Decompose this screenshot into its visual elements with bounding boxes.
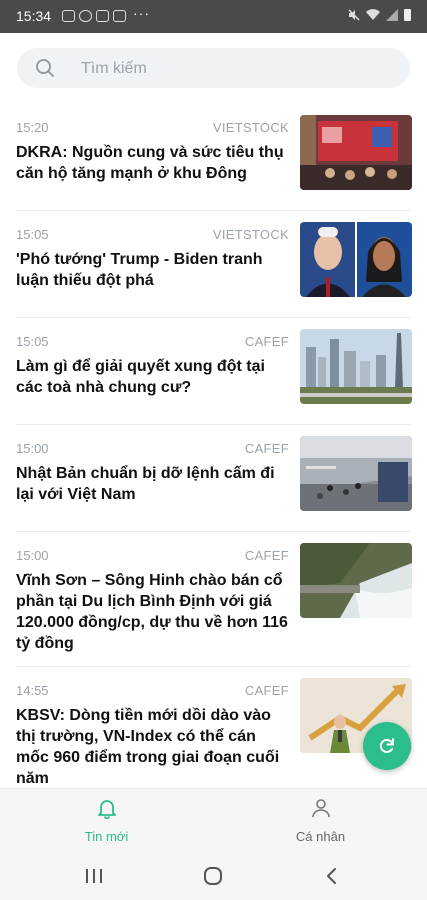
- news-time: 15:00: [16, 548, 49, 563]
- news-time: 15:20: [16, 120, 49, 135]
- person-icon: [312, 799, 330, 818]
- search-bar[interactable]: [17, 48, 410, 88]
- news-thumbnail: [300, 329, 412, 404]
- wifi-icon: [366, 9, 380, 20]
- news-source: VIETSTOCK: [212, 120, 289, 135]
- news-thumbnail: [300, 543, 412, 618]
- news-thumbnail: [300, 436, 412, 511]
- news-source: CAFEF: [244, 334, 289, 349]
- news-item[interactable]: 15:20 VIETSTOCK DKRA: Nguồn cung và sức …: [0, 104, 427, 210]
- notification-icon: [113, 10, 126, 22]
- news-title: Làm gì để giải quyết xung đột tại các to…: [16, 358, 265, 396]
- news-source: VIETSTOCK: [212, 227, 289, 242]
- system-navigation-bar: [0, 852, 427, 900]
- refresh-button[interactable]: [363, 722, 411, 770]
- notification-icon: [62, 10, 75, 22]
- news-title: KBSV: Dòng tiền mới dồi dào vào thị trườ…: [16, 707, 280, 787]
- news-time: 14:55: [16, 683, 49, 698]
- news-thumbnail: [300, 115, 412, 190]
- news-title: Vĩnh Sơn – Sông Hinh chào bán cổ phần tạ…: [16, 572, 288, 652]
- news-source: CAFEF: [244, 441, 289, 456]
- news-thumbnail: [300, 222, 412, 297]
- more-notifications-icon: ···: [133, 5, 150, 21]
- status-bar: 15:34 ···: [0, 0, 427, 33]
- notification-icons: [62, 10, 126, 22]
- status-time: 15:34: [16, 8, 52, 24]
- news-title: Nhật Bản chuẩn bị dỡ lệnh cấm đi lại với…: [16, 465, 275, 503]
- bell-icon: [98, 800, 116, 819]
- news-source: CAFEF: [244, 683, 289, 698]
- refresh-icon: [379, 738, 394, 753]
- signal-icon: [386, 9, 398, 21]
- news-item[interactable]: 15:05 CAFEF Làm gì để giải quyết xung độ…: [0, 318, 427, 424]
- recent-apps-icon[interactable]: [82, 866, 106, 886]
- news-item[interactable]: 14:55 CAFEF KBSV: Dòng tiền mới dồi dào …: [0, 667, 427, 792]
- news-time: 15:05: [16, 227, 49, 242]
- news-source: CAFEF: [244, 548, 289, 563]
- news-item[interactable]: 15:05 VIETSTOCK 'Phó tướng' Trump - Bide…: [0, 211, 427, 317]
- tab-tin-moi[interactable]: Tin mới: [0, 789, 213, 853]
- search-icon: [36, 59, 54, 77]
- battery-icon: [404, 9, 411, 21]
- system-icons: [348, 9, 411, 21]
- tab-label: Cá nhân: [295, 829, 346, 844]
- home-icon[interactable]: [201, 866, 225, 886]
- notification-icon: [79, 10, 92, 22]
- news-time: 15:05: [16, 334, 49, 349]
- mute-icon: [348, 9, 360, 21]
- bottom-tab-bar: Tin mới Cá nhân: [0, 788, 427, 853]
- tab-label: Tin mới: [84, 829, 129, 844]
- news-item[interactable]: 15:00 CAFEF Vĩnh Sơn – Sông Hinh chào bá…: [0, 532, 427, 666]
- news-title: 'Phó tướng' Trump - Biden tranh luận thi…: [16, 251, 263, 289]
- news-item[interactable]: 15:00 CAFEF Nhật Bản chuẩn bị dỡ lệnh cấ…: [0, 425, 427, 531]
- news-title: DKRA: Nguồn cung và sức tiêu thụ căn hộ …: [16, 144, 284, 182]
- tab-ca-nhan[interactable]: Cá nhân: [214, 789, 427, 853]
- news-time: 15:00: [16, 441, 49, 456]
- search-input[interactable]: [79, 57, 383, 81]
- back-icon[interactable]: [320, 866, 344, 886]
- notification-icon: [96, 10, 109, 22]
